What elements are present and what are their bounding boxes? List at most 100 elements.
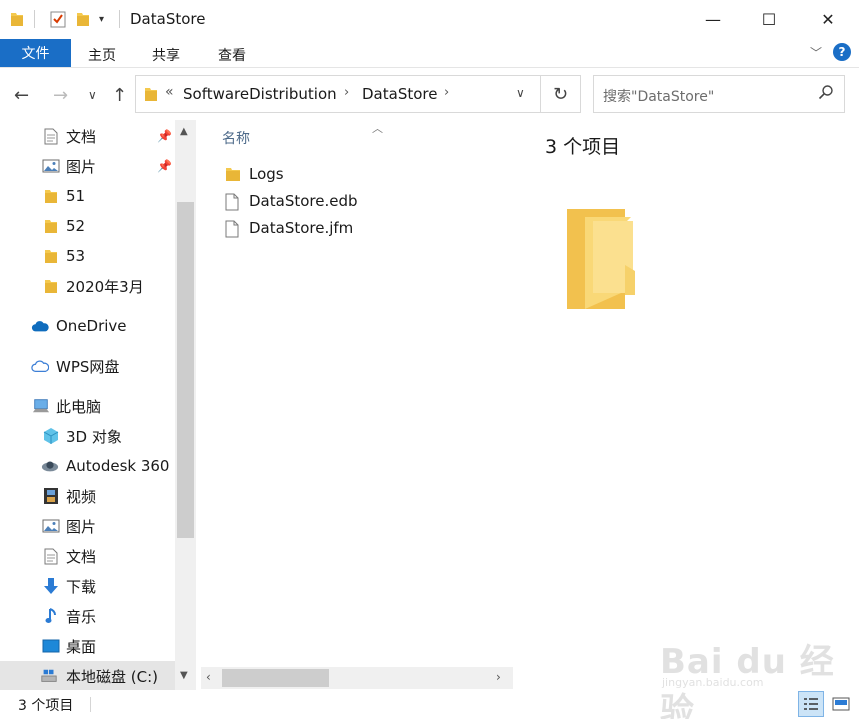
address-dropdown-icon[interactable]: ∨ [516, 86, 525, 100]
download-arrow-icon [42, 577, 60, 595]
sidebar-item-pictures[interactable]: 图片 [0, 511, 175, 541]
sidebar-item-desktop[interactable]: 桌面 [0, 631, 175, 661]
status-item-count: 3 个项目 [18, 698, 74, 714]
sidebar-item-wps-cloud[interactable]: WPS网盘 [0, 351, 175, 381]
scroll-up-icon[interactable]: ▲ [180, 126, 188, 137]
sidebar-item-label: 51 [66, 187, 86, 205]
sidebar-scrollbar[interactable]: ▲ ▼ [175, 120, 196, 690]
drive-icon [40, 667, 58, 685]
sidebar-item-label: 52 [66, 217, 86, 235]
folder-icon [10, 8, 24, 30]
folder-icon [42, 217, 60, 235]
tab-view[interactable]: 查看 [218, 45, 246, 65]
back-arrow-icon[interactable]: ← [14, 85, 29, 106]
sidebar-item-local-disk-c[interactable]: 本地磁盘 (C:) [0, 661, 175, 690]
sidebar-item-label: 图片 [66, 517, 97, 536]
overflow-chevron-icon[interactable]: « [165, 84, 174, 100]
sidebar-item-label: 文档 [66, 127, 97, 146]
file-name: DataStore.jfm [249, 219, 354, 237]
sort-ascending-icon: ︿ [372, 122, 383, 135]
folder-icon [42, 187, 60, 205]
recent-locations-chevron-icon[interactable]: ∨ [88, 88, 97, 102]
sidebar-item-label: Autodesk 360 [66, 457, 170, 475]
item-count-heading: 3 个项目 [545, 136, 621, 158]
scroll-left-icon[interactable]: ‹ [206, 670, 211, 684]
sidebar-item-53[interactable]: 53 [0, 241, 175, 271]
horizontal-scrollbar[interactable]: ‹ › [201, 667, 513, 689]
sidebar-item-documents-pinned[interactable]: 文档 📌 [0, 121, 175, 151]
sidebar-item-downloads[interactable]: 下载 [0, 571, 175, 601]
maximize-button[interactable]: ☐ [746, 0, 792, 38]
watermark: Bai du 经验 jingyan.baidu.com [660, 628, 850, 719]
sidebar-item-52[interactable]: 52 [0, 211, 175, 241]
title-bar: ▾ DataStore — ☐ ✕ [0, 0, 859, 38]
status-divider [90, 697, 91, 712]
scroll-right-icon[interactable]: › [496, 670, 501, 684]
tab-home[interactable]: 主页 [88, 45, 116, 65]
breadcrumb-datastore[interactable]: DataStore [362, 85, 437, 103]
list-item[interactable]: DataStore.jfm [221, 216, 421, 242]
search-placeholder: 搜索"DataStore" [603, 89, 715, 105]
sidebar-item-2020-march[interactable]: 2020年3月 [0, 271, 175, 301]
minimize-button[interactable]: — [690, 0, 736, 38]
sidebar-item-onedrive[interactable]: OneDrive [0, 311, 175, 341]
forward-arrow-icon[interactable]: → [53, 85, 68, 106]
breadcrumb-separator-icon[interactable]: › [344, 85, 349, 100]
list-item[interactable]: DataStore.edb [221, 189, 421, 215]
quick-access-dropdown-icon[interactable]: ▾ [99, 8, 104, 30]
sidebar-item-label: 图片 [66, 157, 97, 176]
sidebar-item-this-pc[interactable]: 此电脑 [0, 391, 175, 421]
navigation-pane: 文档 📌 图片 📌 51 52 53 2020年3月 OneDrive WPS网… [0, 120, 196, 690]
sidebar-item-label: 音乐 [66, 607, 97, 626]
sidebar-item-label: 文档 [66, 547, 97, 566]
help-button[interactable]: ? [833, 43, 851, 61]
cloud-icon [31, 317, 49, 335]
list-item[interactable]: Logs [221, 162, 421, 188]
sidebar-item-videos[interactable]: 视频 [0, 481, 175, 511]
up-arrow-icon[interactable]: ↑ [112, 85, 127, 106]
sidebar-item-label: 桌面 [66, 637, 97, 656]
search-input[interactable]: 搜索"DataStore" [593, 75, 845, 113]
desktop-icon [42, 637, 60, 655]
sidebar-item-documents[interactable]: 文档 [0, 541, 175, 571]
sidebar-item-51[interactable]: 51 [0, 181, 175, 211]
cloud-outline-icon [31, 357, 49, 375]
scroll-down-icon[interactable]: ▼ [180, 670, 188, 681]
column-header-name[interactable]: 名称 [222, 128, 250, 148]
large-folder-icon [563, 205, 643, 319]
sidebar-item-music[interactable]: 音乐 [0, 601, 175, 631]
new-folder-icon[interactable] [76, 8, 90, 30]
cube-icon [42, 427, 60, 445]
expand-ribbon-chevron-icon[interactable]: ﹀ [810, 44, 822, 61]
folder-icon [42, 277, 60, 295]
search-icon[interactable] [818, 84, 834, 104]
sidebar-scroll-thumb[interactable] [177, 202, 194, 538]
ribbon-tabs: 文件 主页 共享 查看 ﹀ ? [0, 38, 859, 68]
file-name: DataStore.edb [249, 192, 358, 210]
window-title: DataStore [130, 10, 206, 28]
sidebar-item-label: WPS网盘 [56, 357, 120, 376]
properties-check-icon[interactable] [50, 8, 66, 30]
toolbar-divider [34, 10, 35, 28]
sidebar-item-autodesk-360[interactable]: Autodesk 360 [0, 451, 175, 481]
breadcrumb-separator-icon[interactable]: › [444, 85, 449, 100]
pin-icon: 📌 [157, 129, 172, 143]
tab-share[interactable]: 共享 [152, 45, 180, 65]
sidebar-item-3d-objects[interactable]: 3D 对象 [0, 421, 175, 451]
address-bar[interactable]: « SoftwareDistribution › DataStore › ∨ [135, 75, 541, 113]
breadcrumb-softwaredistribution[interactable]: SoftwareDistribution [183, 85, 337, 103]
music-note-icon [42, 607, 60, 625]
file-name: Logs [249, 165, 284, 183]
sidebar-item-pictures-pinned[interactable]: 图片 📌 [0, 151, 175, 181]
pin-icon: 📌 [157, 159, 172, 173]
horizontal-scroll-thumb[interactable] [222, 669, 329, 687]
folder-icon [42, 247, 60, 265]
sidebar-item-label: OneDrive [56, 317, 127, 335]
sidebar-item-label: 此电脑 [56, 397, 102, 416]
folder-icon [225, 166, 241, 186]
refresh-button[interactable]: ↻ [541, 75, 581, 113]
sidebar-item-label: 视频 [66, 487, 97, 506]
close-button[interactable]: ✕ [805, 0, 851, 38]
tab-file[interactable]: 文件 [0, 39, 71, 67]
preview-pane: 3 个项目 [513, 120, 859, 690]
